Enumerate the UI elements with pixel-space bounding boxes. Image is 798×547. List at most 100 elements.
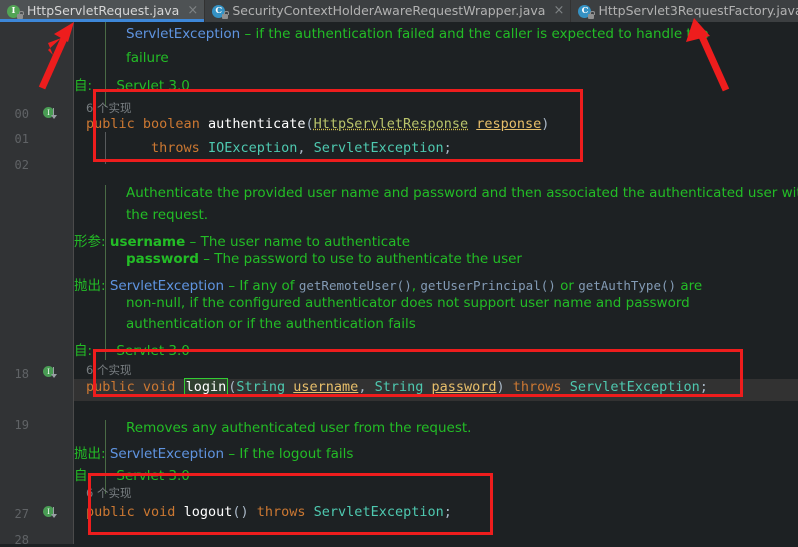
lock-glyph (222, 11, 229, 19)
kw-public: public (86, 504, 135, 520)
tab-label: HttpServlet3RequestFactory.java (598, 3, 798, 18)
javadoc-since-line: 自: Servlet 3.0 (74, 464, 190, 484)
javadoc-indent-guide (105, 22, 106, 107)
kw-throws: throws (151, 140, 200, 156)
javadoc-line: Removes any authenticated user from the … (126, 420, 471, 436)
param-name-password: password (126, 251, 199, 267)
javadoc-line: authentication or if the authentication … (126, 316, 416, 332)
semicolon: ; (699, 379, 708, 395)
javadoc-text: Authenticate the provided user name and … (126, 185, 798, 201)
javadoc-tag-label: 自: (74, 343, 93, 359)
code-canvas[interactable]: ServletException – if the authentication… (74, 22, 798, 544)
javadoc-exception-link[interactable]: ServletException (110, 446, 224, 462)
javadoc-line: Authenticate the provided user name and … (126, 185, 798, 201)
parens: () (232, 504, 257, 520)
line-number: 01 (14, 132, 29, 146)
javadoc-code-getremoteuser: getRemoteUser() (298, 278, 412, 293)
javadoc-code-getauthtype: getAuthType() (578, 278, 677, 293)
kw-void: void (142, 504, 176, 520)
javadoc-text: non-null, if the configured authenticato… (126, 295, 690, 311)
javadoc-tag-label: 自: (74, 78, 93, 94)
implementation-count-label[interactable]: 6 个实现 (86, 485, 131, 501)
javadoc-text: Servlet 3.0 (116, 468, 190, 484)
code-line-logout-signature[interactable]: public void logout() throws ServletExcep… (86, 504, 452, 520)
javadoc-params-line: 形参: username – The user name to authenti… (74, 230, 410, 250)
javadoc-throws-line: 抛出: ServletException – If the logout fai… (74, 442, 353, 462)
code-line-login-signature[interactable]: public void login (String username, Strin… (86, 378, 708, 396)
kw-void: void (142, 379, 176, 395)
line-number: 19 (14, 418, 29, 432)
tab-close-icon[interactable]: × (553, 0, 565, 22)
code-line-authenticate-signature[interactable]: public boolean authenticate(HttpServletR… (86, 116, 549, 132)
param-name-response[interactable]: response (476, 116, 541, 132)
javadoc-text: are (676, 278, 703, 294)
javadoc-exception-link[interactable]: ServletException (110, 278, 224, 294)
type-ioexception[interactable]: IOException (208, 140, 297, 156)
implementation-marker-icon[interactable]: I (43, 506, 59, 522)
type-string[interactable]: String (375, 379, 424, 395)
implementation-count-label[interactable]: 6 个实现 (86, 362, 131, 378)
code-editor[interactable]: 00 01 02 18 19 27 28 I I I ServletExcept… (0, 22, 798, 547)
javadoc-text: Removes any authenticated user from the … (126, 420, 472, 436)
impl-count-text: 6 个实现 (86, 486, 132, 500)
javadoc-tag-label: 抛出: (74, 278, 106, 294)
kw-boolean: boolean (142, 116, 200, 132)
paren-close: ) (541, 116, 550, 132)
type-servletexception[interactable]: ServletException (570, 379, 700, 395)
implementation-arrow-glyph (51, 108, 57, 119)
editor-tab-bar: I HttpServletRequest.java × C SecurityCo… (0, 0, 798, 22)
class-locked-icon: C (212, 4, 229, 19)
javadoc-tag-label: 抛出: (74, 446, 106, 462)
javadoc-text: – If the logout fails (224, 446, 354, 462)
tab-http-servlet-request[interactable]: I HttpServletRequest.java × (0, 0, 206, 22)
method-name-logout[interactable]: logout (184, 504, 233, 520)
tab-http-servlet3-request-factory[interactable]: C HttpServlet3RequestFactory.java × (571, 0, 798, 22)
kw-throws: throws (256, 504, 306, 520)
class-locked-icon: C (578, 4, 595, 19)
code-line-authenticate-throws[interactable]: throws IOException, ServletException; (86, 140, 452, 156)
implementation-marker-icon[interactable]: I (43, 107, 59, 123)
comma: , (297, 140, 314, 156)
kw-throws: throws (512, 379, 562, 395)
impl-count-text: 6 个实现 (86, 101, 132, 115)
lock-glyph (588, 11, 595, 19)
javadoc-text: – if the authentication failed and the c… (240, 26, 709, 42)
javadoc-params-line: password – The password to use to authen… (126, 251, 522, 267)
javadoc-line: ServletException – if the authentication… (126, 26, 709, 42)
type-servletexception[interactable]: ServletException (314, 140, 444, 156)
javadoc-line: non-null, if the configured authenticato… (126, 295, 690, 311)
interface-locked-icon: I (7, 4, 24, 19)
javadoc-throws-line: 抛出: ServletException – If any of getRemo… (74, 274, 702, 294)
lock-glyph (17, 11, 24, 19)
kw-public: public (86, 116, 135, 132)
javadoc-exception-link[interactable]: ServletException (126, 26, 240, 42)
kw-public: public (86, 379, 135, 395)
param-name-username[interactable]: username (293, 379, 358, 395)
javadoc-text: failure (126, 50, 169, 66)
editor-gutter[interactable]: 00 01 02 18 19 27 28 I I I (0, 22, 74, 547)
param-name-password[interactable]: password (432, 379, 497, 395)
line-number: 02 (14, 158, 29, 172)
tab-security-context-holder-aware-request-wrapper[interactable]: C SecurityContextHolderAwareRequestWrapp… (205, 0, 572, 22)
type-string[interactable]: String (236, 379, 285, 395)
javadoc-text: – The user name to authenticate (185, 234, 411, 250)
param-type-httpservletresponse[interactable]: HttpServletResponse (314, 116, 468, 132)
implementation-marker-icon[interactable]: I (43, 366, 59, 382)
search-match-login[interactable]: login (183, 378, 229, 396)
implementation-arrow-glyph (51, 367, 57, 378)
tab-close-icon[interactable]: × (187, 0, 198, 22)
javadoc-line: the request. (126, 207, 208, 223)
method-name-authenticate[interactable]: authenticate (208, 116, 306, 132)
javadoc-since-line: 自: Servlet 3.0 (74, 74, 190, 94)
tab-label: SecurityContextHolderAwareRequestWrapper… (232, 3, 546, 18)
type-servletexception[interactable]: ServletException (314, 504, 444, 520)
implementation-count-label[interactable]: 6 个实现 (86, 100, 131, 116)
implementation-arrow-glyph (51, 507, 57, 518)
